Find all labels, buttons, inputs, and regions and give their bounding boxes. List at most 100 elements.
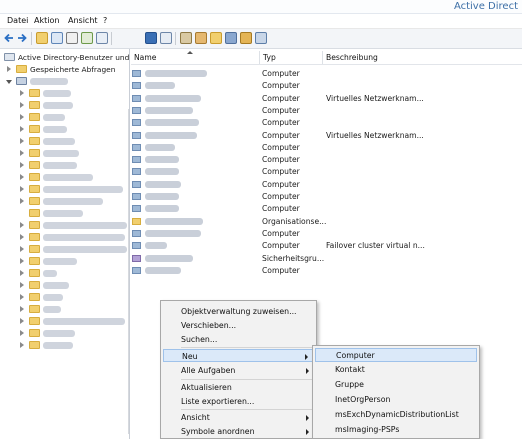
tree-item[interactable] bbox=[0, 304, 129, 316]
forward-icon[interactable] bbox=[16, 32, 28, 44]
menu-item-find[interactable]: Suchen... bbox=[163, 333, 314, 346]
column-header-type[interactable]: Typ bbox=[260, 51, 323, 64]
copy-icon[interactable] bbox=[66, 32, 78, 44]
table-row[interactable]: Computer bbox=[131, 80, 522, 92]
submenu-item-group[interactable]: Gruppe bbox=[315, 378, 477, 392]
window-title: Active Direct bbox=[453, 1, 518, 12]
menu-item-refresh[interactable]: Aktualisieren bbox=[163, 381, 314, 394]
tree-item[interactable] bbox=[0, 184, 129, 196]
table-row[interactable]: Computer bbox=[131, 191, 522, 203]
folder-up-icon[interactable] bbox=[36, 32, 48, 44]
tree-item[interactable] bbox=[0, 148, 129, 160]
tree-item[interactable] bbox=[0, 112, 129, 124]
menu-view[interactable]: Ansicht bbox=[68, 16, 98, 25]
menu-action[interactable]: Aktion bbox=[34, 16, 59, 25]
tree-item[interactable] bbox=[0, 172, 129, 184]
table-row[interactable]: Computer Failover cluster virtual n... bbox=[131, 240, 522, 252]
menu-item-all-tasks[interactable]: Alle Aufgaben bbox=[163, 364, 314, 377]
table-row[interactable]: Computer bbox=[131, 142, 522, 154]
computer-icon bbox=[132, 242, 141, 250]
filter-icon[interactable] bbox=[225, 32, 237, 44]
menu-item-arrange-icons[interactable]: Symbole anordnen bbox=[163, 425, 314, 437]
table-row[interactable]: Computer bbox=[131, 166, 522, 178]
tree-item[interactable] bbox=[0, 256, 129, 268]
folder-icon bbox=[29, 305, 40, 313]
tree-item[interactable] bbox=[0, 280, 129, 292]
tree-scrollbar[interactable] bbox=[128, 109, 129, 434]
computer-icon bbox=[132, 131, 141, 139]
table-row[interactable]: Computer bbox=[131, 68, 522, 80]
find-icon[interactable] bbox=[240, 32, 252, 44]
tree-item[interactable] bbox=[0, 316, 129, 328]
tree-item[interactable] bbox=[0, 328, 129, 340]
table-row[interactable]: Computer bbox=[131, 154, 522, 166]
cell-type: Computer bbox=[262, 105, 300, 115]
cell-type: Computer bbox=[262, 204, 300, 214]
console-tree-icon[interactable] bbox=[51, 32, 63, 44]
help-icon[interactable] bbox=[145, 32, 157, 44]
tree-item[interactable] bbox=[0, 220, 129, 232]
expand-icon[interactable] bbox=[7, 66, 11, 72]
submenu-item-msimaging-psps[interactable]: msImaging-PSPs bbox=[315, 423, 477, 437]
menu-item-delegate-control[interactable]: Objektverwaltung zuweisen... bbox=[163, 305, 314, 318]
title-bar: Active Direct bbox=[0, 0, 522, 14]
table-row[interactable]: Computer bbox=[131, 105, 522, 117]
table-row[interactable]: Computer bbox=[131, 203, 522, 215]
table-row[interactable]: Computer bbox=[131, 179, 522, 191]
menu-item-export-list[interactable]: Liste exportieren... bbox=[163, 395, 314, 408]
tree-item[interactable] bbox=[0, 100, 129, 112]
submenu-item-computer[interactable]: Computer bbox=[315, 348, 477, 362]
submenu-item-contact[interactable]: Kontakt bbox=[315, 363, 477, 377]
menu-item-move[interactable]: Verschieben... bbox=[163, 319, 314, 332]
cell-description: Virtuelles Netzwerknam... bbox=[326, 130, 424, 140]
cell-type: Computer bbox=[262, 93, 300, 103]
export-icon[interactable] bbox=[96, 32, 108, 44]
table-row[interactable]: Sicherheitsgru... bbox=[131, 253, 522, 265]
tree-item[interactable] bbox=[0, 208, 129, 220]
menu-item-arrange-icons-label: Symbole anordnen bbox=[181, 427, 255, 436]
table-row[interactable]: Computer Virtuelles Netzwerknam... bbox=[131, 130, 522, 142]
table-row[interactable]: Computer bbox=[131, 117, 522, 129]
new-user-icon[interactable] bbox=[180, 32, 192, 44]
tree-item[interactable] bbox=[0, 136, 129, 148]
menu-item-new[interactable]: Neu bbox=[163, 349, 314, 362]
tree-item[interactable] bbox=[0, 244, 129, 256]
folder-icon bbox=[29, 233, 40, 241]
table-row[interactable]: Computer bbox=[131, 265, 522, 277]
back-icon[interactable] bbox=[3, 32, 15, 44]
column-header-description[interactable]: Beschreibung bbox=[323, 51, 522, 64]
redacted-name bbox=[145, 205, 179, 213]
table-row[interactable]: Computer Virtuelles Netzwerknam... bbox=[131, 93, 522, 105]
column-header-name[interactable]: Name bbox=[131, 51, 260, 64]
collapse-icon[interactable] bbox=[6, 80, 12, 84]
computer-icon bbox=[132, 106, 141, 114]
refresh-icon[interactable] bbox=[81, 32, 93, 44]
submenu-arrow-icon bbox=[306, 429, 309, 435]
tree-item[interactable] bbox=[0, 160, 129, 172]
tree-item[interactable] bbox=[0, 124, 129, 136]
tree-item[interactable] bbox=[0, 292, 129, 304]
tree-item-domain[interactable] bbox=[0, 76, 129, 88]
tree-item[interactable] bbox=[0, 232, 129, 244]
tree-item-saved-queries[interactable]: Gespeicherte Abfragen bbox=[0, 64, 129, 76]
new-group-icon[interactable] bbox=[195, 32, 207, 44]
tree-item[interactable] bbox=[0, 268, 129, 280]
tree-item[interactable] bbox=[0, 340, 129, 352]
menu-help[interactable]: ? bbox=[103, 16, 107, 25]
folder-icon bbox=[29, 329, 40, 337]
menu-file[interactable]: Datei bbox=[7, 16, 28, 25]
table-row[interactable]: Computer bbox=[131, 228, 522, 240]
redacted-name bbox=[145, 82, 175, 90]
new-ou-icon[interactable] bbox=[210, 32, 222, 44]
tree-item[interactable] bbox=[0, 88, 129, 100]
add-to-group-icon[interactable] bbox=[255, 32, 267, 44]
submenu-item-msexch-ddl[interactable]: msExchDynamicDistributionList bbox=[315, 408, 477, 422]
properties-icon[interactable] bbox=[160, 32, 172, 44]
tree-item[interactable] bbox=[0, 196, 129, 208]
table-row[interactable]: Organisationse... bbox=[131, 216, 522, 228]
redacted-name bbox=[145, 229, 201, 237]
tree-root[interactable]: Active Directory-Benutzer und - bbox=[0, 52, 129, 64]
computer-icon bbox=[132, 94, 141, 102]
menu-item-view[interactable]: Ansicht bbox=[163, 411, 314, 424]
submenu-item-inetorgperson[interactable]: InetOrgPerson bbox=[315, 393, 477, 407]
